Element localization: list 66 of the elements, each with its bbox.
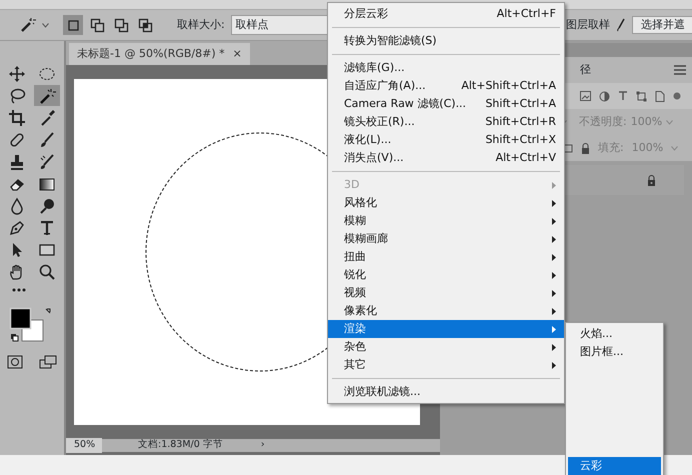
menu-item[interactable]: 浏览联机滤镜... (328, 383, 564, 401)
stamp-icon (8, 152, 26, 170)
close-icon[interactable]: × (232, 46, 242, 62)
brush-icon (38, 130, 56, 148)
tool-button[interactable] (34, 85, 60, 106)
menu-item[interactable]: 转换为智能滤镜(S) (328, 32, 564, 50)
menu-item[interactable]: 火焰... (568, 325, 661, 343)
menu-item[interactable]: 渲染 (328, 320, 564, 338)
shape-filter-icon[interactable] (636, 90, 647, 102)
lock-icon (647, 174, 656, 186)
magnifier-icon (38, 262, 56, 280)
add-selection-icon (90, 18, 104, 32)
menu-item[interactable]: 锐化 (328, 266, 564, 284)
screen-mode-icon[interactable] (39, 354, 57, 368)
tab-title: 未标题-1 @ 50%(RGB/8#) * (77, 46, 225, 62)
sample-size-label: 取样大小: (177, 16, 225, 33)
selection-mode-button[interactable] (63, 15, 83, 35)
more-tools-icon[interactable] (12, 286, 26, 294)
menu-item[interactable]: 镜头校正(R)... Shift+Ctrl+R (328, 113, 564, 131)
menu-item[interactable]: 扭曲 (328, 248, 564, 266)
pen-icon (8, 218, 26, 236)
smart-object-filter-icon[interactable] (655, 90, 665, 102)
menu-item[interactable]: 液化(L)... Shift+Ctrl+X (328, 131, 564, 149)
menu-item[interactable]: 模糊画廊 (328, 230, 564, 248)
dodge-icon (38, 196, 56, 214)
panel-tab[interactable]: 径 (580, 62, 591, 78)
menu-item[interactable]: 自适应广角(A)... Alt+Shift+Ctrl+A (328, 77, 564, 95)
intersect-selection-icon (138, 18, 152, 32)
menu-item[interactable]: 风格化 (328, 194, 564, 212)
brush-icon (616, 18, 626, 32)
image-filter-icon[interactable] (580, 91, 591, 101)
menu-item[interactable]: 像素化 (328, 302, 564, 320)
menu-item[interactable]: 云彩 (568, 457, 661, 475)
crop-icon (8, 108, 26, 126)
menu-item[interactable]: 滤镜库(G)... (328, 59, 564, 77)
history-brush-icon (38, 152, 56, 170)
move-icon (8, 64, 26, 82)
zoom-level[interactable]: 50% (66, 438, 102, 453)
magic-wand-icon (38, 86, 56, 104)
new-selection-icon (66, 18, 80, 32)
select-mask-button[interactable]: 选择并遮 (632, 16, 692, 34)
magic-wand-icon[interactable] (20, 17, 36, 33)
menu-item[interactable]: 图片框... (568, 343, 661, 361)
status-arrow[interactable]: › (260, 438, 265, 453)
adjustment-filter-icon[interactable] (599, 90, 610, 102)
lock-icon[interactable] (581, 142, 590, 154)
filter-toggle-icon[interactable] (673, 92, 681, 100)
quick-mask-icon[interactable] (7, 354, 23, 368)
document-info: 文档:1.83M/0 字节 (138, 438, 223, 452)
menu-item[interactable]: Camera Raw 滤镜(C)... Shift+Ctrl+A (328, 95, 564, 113)
subtract-selection-icon (114, 18, 128, 32)
caret-icon[interactable] (42, 22, 49, 28)
fill-label: 填充: (598, 140, 624, 156)
menu-item[interactable]: 视频 (328, 284, 564, 302)
menu-item[interactable]: 模糊 (328, 212, 564, 230)
sample-all-layers-label: 图层取样 (566, 16, 610, 33)
text-tool-icon (38, 218, 56, 236)
type-filter-icon[interactable] (618, 91, 628, 101)
document-tab[interactable]: 未标题-1 @ 50%(RGB/8#) * × (69, 43, 250, 65)
opacity-label: 不透明度: (579, 114, 627, 130)
menu-item[interactable]: 杂色 (328, 338, 564, 356)
bandage-icon (8, 130, 26, 148)
menu-item[interactable]: 其它 (328, 356, 564, 374)
menu-icon[interactable] (674, 65, 686, 75)
menu-item[interactable]: 消失点(V)... Alt+Ctrl+V (328, 149, 564, 167)
lasso-icon (8, 86, 26, 104)
